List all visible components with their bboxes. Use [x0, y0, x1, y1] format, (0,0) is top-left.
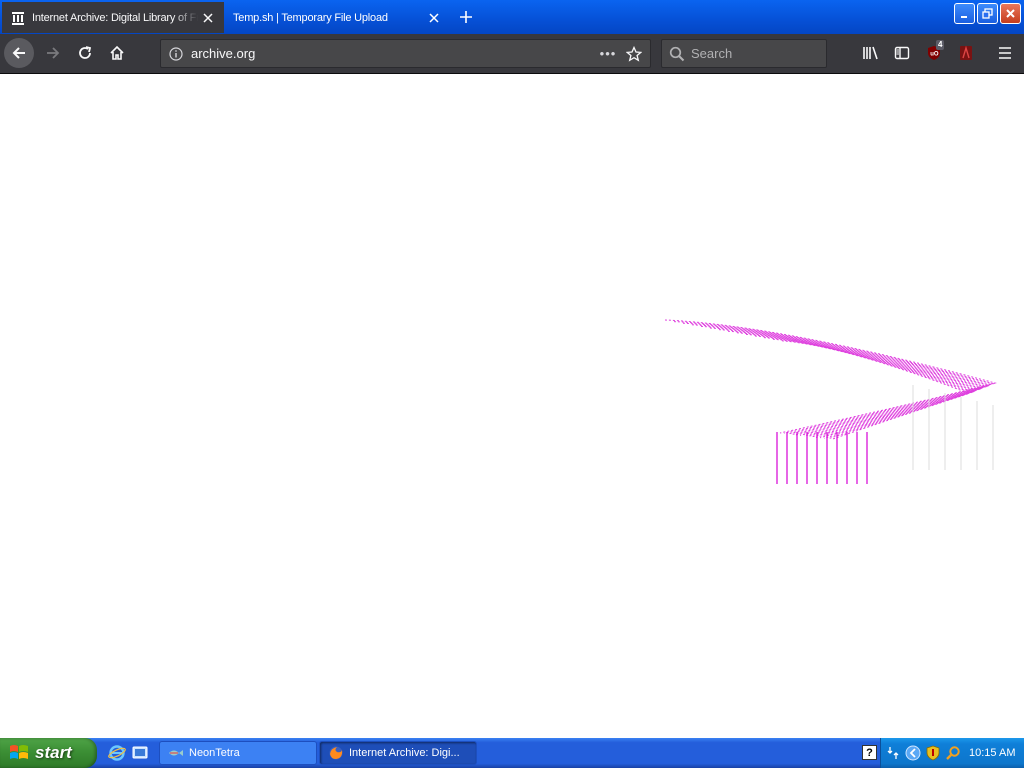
forward-arrow-icon[interactable]	[38, 38, 68, 68]
tab-title: Temp.sh | Temporary File Upload	[233, 11, 388, 24]
show-desktop-icon[interactable]	[130, 743, 150, 763]
internet-explorer-icon[interactable]	[107, 743, 127, 763]
clock: 10:15 AM	[969, 747, 1016, 759]
tab-internet-archive[interactable]: Internet Archive: Digital Library of Fre…	[2, 2, 224, 33]
page-content	[0, 75, 1024, 738]
page-actions-menu-icon[interactable]: •••	[595, 42, 621, 66]
tab-temp-sh[interactable]: Temp.sh | Temporary File Upload	[224, 2, 450, 33]
back-arrow-icon[interactable]	[4, 38, 34, 68]
search-magnifier-icon[interactable]	[945, 745, 961, 761]
ublock-badge: 4	[936, 40, 945, 50]
taskbar-item-neontetra[interactable]: NeonTetra	[159, 741, 317, 765]
reload-icon[interactable]	[70, 38, 100, 68]
collapse-tray-icon[interactable]	[905, 745, 921, 761]
search-bar[interactable]	[661, 39, 867, 68]
tab-title: Internet Archive: Digital Library of Fre…	[32, 11, 198, 24]
fish-icon	[168, 745, 184, 761]
address-bar[interactable]: archive.org •••	[160, 39, 651, 68]
tab-strip: Internet Archive: Digital Library of Fre…	[0, 0, 1024, 34]
restore-window-button[interactable]	[977, 3, 998, 24]
site-info-icon[interactable]	[168, 46, 184, 62]
bookmark-star-icon[interactable]	[621, 42, 647, 66]
close-tab-icon[interactable]	[198, 8, 218, 28]
search-icon	[669, 45, 685, 63]
archive-favicon-icon	[10, 10, 26, 26]
extension-icon[interactable]	[951, 38, 981, 68]
close-window-button[interactable]	[1000, 3, 1021, 24]
home-icon[interactable]	[102, 38, 132, 68]
security-shield-icon[interactable]	[925, 745, 941, 761]
taskbar-item-firefox[interactable]: Internet Archive: Digi...	[319, 741, 477, 765]
hamburger-menu-icon[interactable]	[990, 38, 1020, 68]
search-input[interactable]	[691, 46, 867, 61]
sidebar-toggle-icon[interactable]	[887, 38, 917, 68]
taskbar: start NeonTetra Internet Archive: Digi..…	[0, 738, 1024, 768]
loader-ribbon-line	[700, 325, 989, 436]
url-text[interactable]: archive.org	[191, 46, 595, 61]
network-sync-icon[interactable]	[885, 745, 901, 761]
windows-logo-icon	[10, 745, 28, 759]
minimize-window-button[interactable]	[954, 3, 975, 24]
ublock-origin-icon[interactable]: uO 4	[919, 38, 949, 68]
help-icon[interactable]: ?	[862, 745, 877, 760]
loading-animation-graphic	[664, 319, 997, 484]
task-label: Internet Archive: Digi...	[349, 747, 460, 759]
firefox-icon	[328, 745, 344, 761]
start-button[interactable]: start	[0, 738, 97, 768]
library-icon[interactable]	[856, 38, 886, 68]
system-tray: 10:15 AM	[880, 738, 1024, 768]
svg-text:uO: uO	[930, 52, 939, 58]
start-label: start	[35, 743, 72, 762]
close-tab-icon[interactable]	[424, 8, 444, 28]
navigation-toolbar: archive.org ••• uO 4	[0, 34, 1024, 74]
new-tab-plus-icon[interactable]	[452, 4, 480, 30]
task-label: NeonTetra	[189, 747, 240, 759]
